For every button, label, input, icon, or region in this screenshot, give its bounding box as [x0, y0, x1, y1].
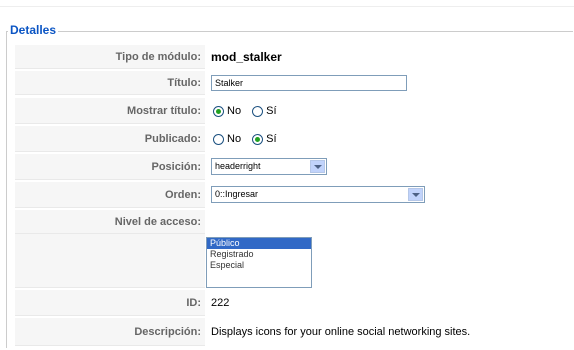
published-no-radio[interactable] [213, 133, 224, 145]
title-input[interactable]: Stalker [211, 75, 407, 91]
show-title-no-label: No [227, 105, 242, 118]
row-id: ID: 222 [15, 290, 572, 316]
row-module-type: Tipo de módulo: mod_stalker [15, 45, 572, 69]
position-select[interactable]: headerright [211, 158, 327, 175]
show-title-yes-radio[interactable] [252, 105, 264, 117]
access-level-option-registrado[interactable]: Registrado [207, 249, 311, 260]
label-order: Orden: [15, 182, 205, 208]
chevron-down-icon[interactable] [408, 188, 423, 201]
published-yes-label: Sí [266, 133, 277, 146]
row-access-level: Nivel de acceso: [15, 210, 572, 234]
row-position: Posición: headerright [15, 154, 572, 180]
row-order: Orden: 0::Ingresar [15, 182, 572, 208]
label-access-level-fill [15, 234, 205, 288]
show-title-radio-group: No Sí [213, 98, 285, 124]
chevron-down-icon[interactable] [310, 160, 325, 173]
row-published: Publicado: No Sí [15, 126, 572, 152]
top-divider [0, 6, 574, 7]
description-value: Displays icons for your online social ne… [211, 326, 471, 338]
label-module-type: Tipo de módulo: [15, 45, 205, 69]
order-select-value: 0::Ingresar [215, 189, 259, 199]
published-no-label: No [227, 133, 242, 146]
label-access-level: Nivel de acceso: [15, 210, 205, 234]
row-show-title: Mostrar título: No Sí [15, 98, 572, 124]
label-position: Posición: [15, 154, 205, 180]
row-title: Título: Stalker [15, 71, 572, 95]
access-level-listbox[interactable]: Público Registrado Especial [206, 237, 312, 288]
published-yes-radio[interactable] [252, 133, 264, 145]
position-select-value: headerright [215, 161, 261, 171]
access-level-option-publico[interactable]: Público [207, 238, 311, 249]
label-id: ID: [15, 290, 205, 316]
label-description: Descripción: [15, 318, 205, 346]
details-legend: Detalles [8, 23, 59, 37]
order-select[interactable]: 0::Ingresar [211, 186, 425, 203]
show-title-no-radio[interactable] [213, 105, 224, 117]
row-description: Descripción: Displays icons for your onl… [15, 318, 572, 346]
access-level-option-especial[interactable]: Especial [207, 260, 311, 271]
label-published: Publicado: [15, 126, 205, 152]
show-title-yes-label: Sí [266, 105, 277, 118]
label-show-title: Mostrar título: [15, 98, 205, 124]
id-value: 222 [211, 297, 230, 309]
label-title: Título: [15, 71, 205, 95]
published-radio-group: No Sí [213, 126, 285, 152]
module-type-value: mod_stalker [211, 50, 282, 64]
